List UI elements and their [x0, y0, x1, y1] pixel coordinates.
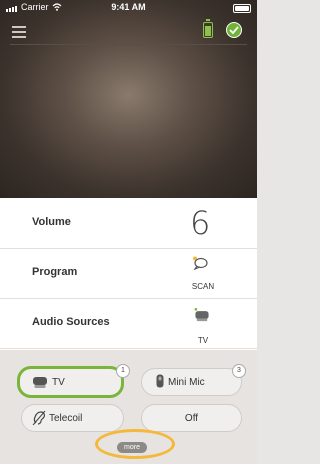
source-tv-button[interactable]: TV: [17, 366, 124, 398]
program-row[interactable]: Program SCAN: [0, 248, 257, 299]
program-label: Program: [32, 266, 78, 278]
phone-battery-icon: [233, 4, 251, 13]
audio-source-value: TV: [197, 336, 209, 345]
more-button[interactable]: more: [117, 442, 147, 453]
microphone-icon: [156, 374, 164, 388]
speech-bubble-icon: [193, 256, 208, 270]
source-mini-mic-button[interactable]: Mini Mic: [141, 368, 242, 396]
tv-icon: [194, 308, 209, 322]
source-tv-badge: 1: [116, 364, 130, 378]
source-off-label: Off: [184, 413, 199, 424]
source-mini-mic-label: Mini Mic: [168, 377, 205, 388]
source-mini-mic-badge: 3: [232, 364, 246, 378]
battery-icon[interactable]: [203, 19, 213, 38]
status-bar: Carrier 9:41 AM: [0, 0, 257, 16]
source-off-button[interactable]: Off: [141, 404, 242, 432]
audio-sources-label: Audio Sources: [32, 316, 110, 328]
source-tv-label: TV: [52, 377, 65, 388]
volume-label: Volume: [32, 216, 71, 228]
hero-background: [0, 0, 257, 198]
header-divider: [10, 44, 247, 45]
program-value: SCAN: [191, 282, 215, 291]
control-panel: Volume 6 Program SCAN Audio Sources TV: [0, 198, 257, 350]
source-telecoil-button[interactable]: Telecoil: [21, 404, 124, 432]
status-time: 9:41 AM: [111, 2, 146, 12]
audio-sources-row[interactable]: Audio Sources TV: [0, 298, 257, 349]
tv-icon: [33, 377, 47, 388]
check-circle-icon[interactable]: [226, 22, 242, 38]
hamburger-icon[interactable]: [12, 26, 26, 38]
ear-icon: [32, 410, 46, 426]
volume-value: 6: [190, 204, 211, 242]
source-telecoil-label: Telecoil: [49, 413, 83, 424]
volume-row[interactable]: Volume 6: [0, 198, 257, 249]
